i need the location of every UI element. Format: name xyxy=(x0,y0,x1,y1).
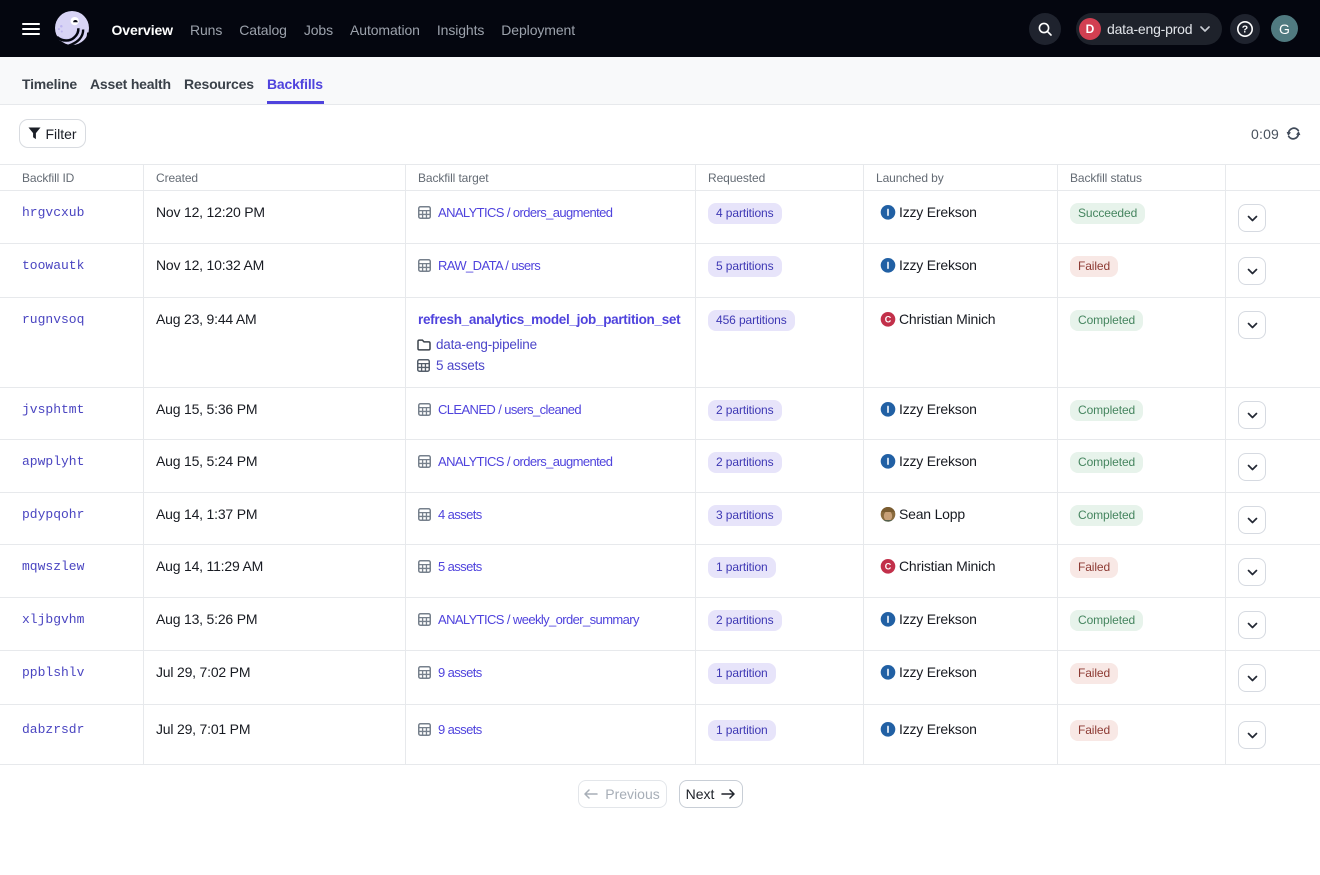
svg-text:C: C xyxy=(885,562,892,572)
svg-text:?: ? xyxy=(1242,24,1248,36)
svg-text:C: C xyxy=(885,315,892,325)
